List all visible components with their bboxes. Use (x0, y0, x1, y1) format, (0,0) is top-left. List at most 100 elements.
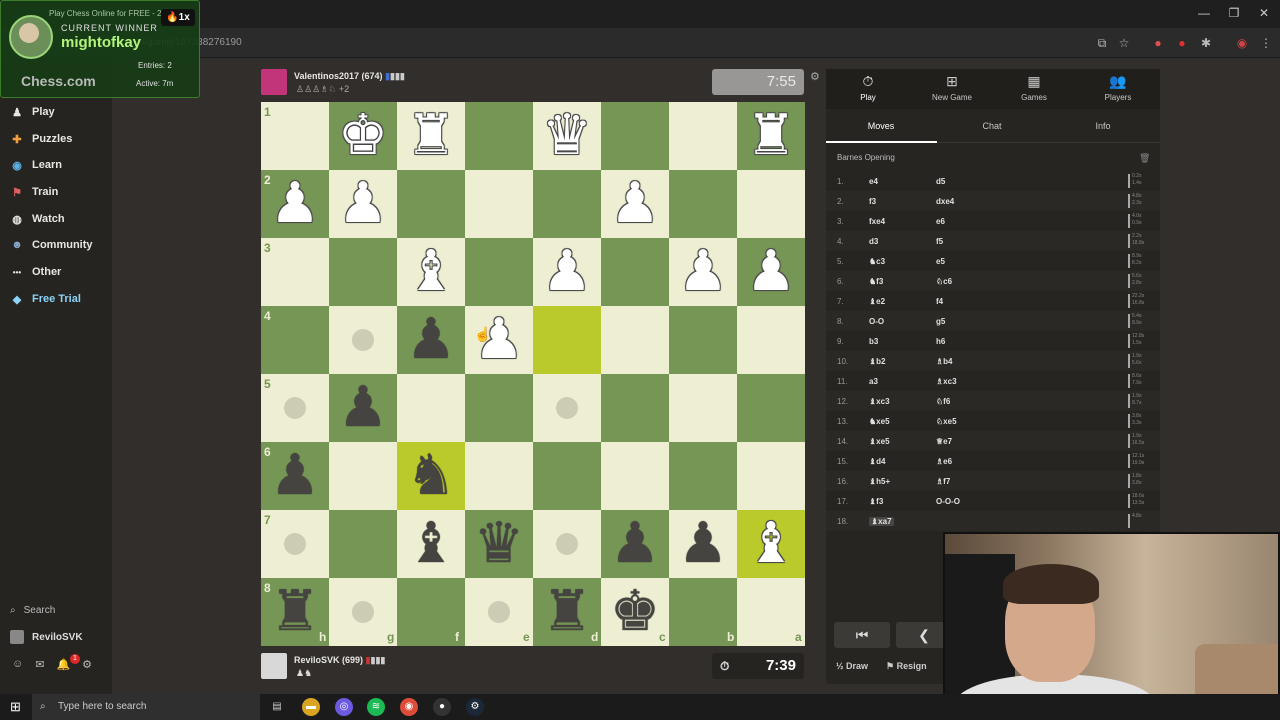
black-move[interactable]: f4 (936, 297, 943, 306)
mail-icon[interactable]: ✉ (35, 658, 44, 671)
square-e2[interactable] (465, 170, 533, 238)
tab-new-game[interactable]: ⊞ New Game (910, 73, 994, 102)
white-move[interactable]: ♝h5+ (869, 477, 890, 486)
black-move[interactable]: ♕e7 (936, 437, 952, 446)
white-move[interactable]: ♝b2 (869, 357, 886, 366)
black-move[interactable]: e6 (936, 217, 945, 226)
white-piece-d1[interactable]: ♛ (533, 102, 601, 170)
white-move[interactable]: ♞f3 (869, 277, 883, 286)
sidebar-item-puzzles[interactable]: ✚ Puzzles (10, 130, 72, 148)
white-piece-g1[interactable]: ♚ (329, 102, 397, 170)
square-f5[interactable] (397, 374, 465, 442)
white-move[interactable]: O-O (869, 317, 884, 326)
legal-move-dot[interactable] (556, 533, 578, 555)
square-e1[interactable] (465, 102, 533, 170)
steam-icon[interactable]: ⚙ (466, 698, 484, 716)
file-explorer-icon[interactable]: ▬ (302, 698, 320, 716)
white-move[interactable]: b3 (869, 337, 878, 346)
black-move[interactable]: h6 (936, 337, 945, 346)
white-move[interactable]: ♞xe5 (869, 417, 890, 426)
black-piece-g5[interactable]: ♟ (329, 374, 397, 442)
square-a5[interactable] (737, 374, 805, 442)
white-move[interactable]: ♝e2 (869, 297, 885, 306)
white-move[interactable]: ♝d4 (869, 457, 886, 466)
tab-chat[interactable]: Chat (937, 121, 1047, 131)
square-g7[interactable] (329, 510, 397, 578)
legal-move-dot[interactable] (352, 329, 374, 351)
sidebar-item-other[interactable]: ••• Other (10, 263, 62, 281)
black-move[interactable]: g5 (936, 317, 945, 326)
square-c3[interactable] (601, 238, 669, 306)
square-b2[interactable] (669, 170, 737, 238)
sidebar-item-watch[interactable]: ◍ Watch (10, 210, 64, 228)
opponent-avatar[interactable] (261, 69, 287, 95)
black-piece-f6[interactable]: ♞ (397, 442, 465, 510)
minimize-icon[interactable]: — (1194, 6, 1214, 20)
white-move[interactable]: fxe4 (869, 217, 885, 226)
white-move[interactable]: ♝xc3 (869, 397, 890, 406)
black-piece-f4[interactable]: ♟ (397, 306, 465, 374)
black-piece-c8[interactable]: ♚ (601, 578, 669, 646)
tab-moves[interactable]: Moves (826, 121, 936, 131)
square-e3[interactable] (465, 238, 533, 306)
black-move[interactable]: ♗b4 (936, 357, 953, 366)
white-piece-a3[interactable]: ♟ (737, 238, 805, 306)
sidebar-search[interactable]: ⌕ Search (10, 605, 55, 616)
square-d4[interactable] (533, 306, 601, 374)
sidebar-item-train[interactable]: ⚑ Train (10, 183, 58, 201)
extension-icon[interactable]: ● (1150, 35, 1166, 51)
tab-play[interactable]: ⏱ Play (826, 73, 910, 102)
black-move[interactable]: f5 (936, 237, 943, 246)
taskbar-search-input[interactable]: ⌕ Type here to search (32, 694, 260, 720)
legal-move-dot[interactable] (488, 601, 510, 623)
black-move[interactable]: O-O-O (936, 497, 960, 506)
sidebar-item-play[interactable]: ♟ Play (10, 103, 55, 121)
black-move[interactable]: e5 (936, 257, 945, 266)
tab-players[interactable]: 👥 Players (1076, 73, 1160, 102)
black-move[interactable]: ♘f6 (936, 397, 950, 406)
black-move[interactable]: ♗xc3 (936, 377, 957, 386)
black-move[interactable]: ♗e6 (936, 457, 952, 466)
white-move[interactable]: ♞c3 (869, 257, 885, 266)
black-move[interactable]: dxe4 (936, 197, 954, 206)
resign-button[interactable]: ⚑ Resign (886, 661, 927, 672)
square-h3[interactable] (261, 238, 329, 306)
square-c4[interactable] (601, 306, 669, 374)
white-move[interactable]: d3 (869, 237, 878, 246)
draw-button[interactable]: ½ Draw (836, 661, 868, 671)
board-settings-icon[interactable]: ⚙ (810, 70, 820, 83)
player-avatar[interactable] (261, 653, 287, 679)
square-b1[interactable] (669, 102, 737, 170)
white-piece-a1[interactable]: ♜ (737, 102, 805, 170)
black-move[interactable]: ♗f7 (936, 477, 950, 486)
square-f2[interactable] (397, 170, 465, 238)
white-piece-f3[interactable]: ♝ (397, 238, 465, 306)
extension-red-icon[interactable]: ● (1174, 35, 1190, 51)
square-b6[interactable] (669, 442, 737, 510)
cast-icon[interactable]: ⧉ (1094, 35, 1110, 51)
bookmark-star-icon[interactable]: ☆ (1116, 35, 1132, 51)
black-piece-b7[interactable]: ♟ (669, 510, 737, 578)
white-piece-a7[interactable]: ♝ (737, 510, 805, 578)
tab-games[interactable]: ▦ Games (992, 73, 1076, 102)
white-piece-d3[interactable]: ♟ (533, 238, 601, 306)
white-piece-f1[interactable]: ♜ (397, 102, 465, 170)
white-piece-b3[interactable]: ♟ (669, 238, 737, 306)
white-move[interactable]: f3 (869, 197, 876, 206)
windows-start-icon[interactable]: ⊞ (10, 699, 21, 715)
white-move[interactable]: e4 (869, 177, 878, 186)
white-piece-g2[interactable]: ♟ (329, 170, 397, 238)
white-piece-c2[interactable]: ♟ (601, 170, 669, 238)
square-e5[interactable] (465, 374, 533, 442)
app-icon[interactable]: ◎ (335, 698, 353, 716)
first-move-button[interactable]: ⏮ (834, 622, 890, 648)
white-move[interactable]: ♝xe5 (869, 437, 890, 446)
square-a4[interactable] (737, 306, 805, 374)
white-move[interactable]: a3 (869, 377, 878, 386)
square-d6[interactable] (533, 442, 601, 510)
black-piece-f7[interactable]: ♝ (397, 510, 465, 578)
black-piece-h8[interactable]: ♜ (261, 578, 329, 646)
black-move[interactable]: d5 (936, 177, 945, 186)
sidebar-item-community[interactable]: ☻ Community (10, 236, 92, 254)
white-move[interactable]: ♝xa7 (869, 517, 894, 526)
